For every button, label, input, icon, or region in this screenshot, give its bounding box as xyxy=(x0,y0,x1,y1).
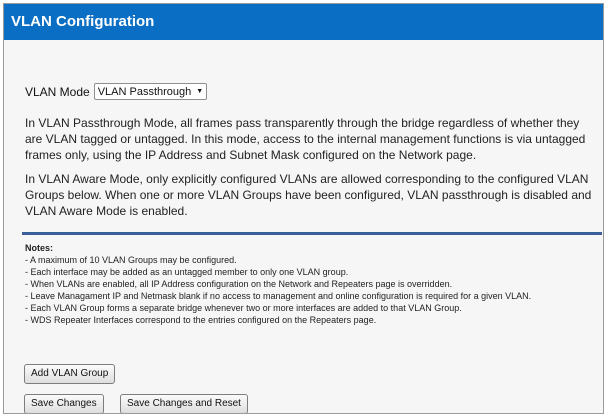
save-changes-button[interactable]: Save Changes xyxy=(24,394,104,413)
add-vlan-group-button[interactable]: Add VLAN Group xyxy=(24,364,116,384)
note-item: - Each interface may be added as an unta… xyxy=(25,267,349,277)
note-item: - WDS Repeater Interfaces correspond to … xyxy=(25,315,377,325)
page-title: VLAN Configuration xyxy=(4,4,603,40)
vlan-mode-label: VLAN Mode xyxy=(25,84,90,99)
note-item: - Leave Managament IP and Netmask blank … xyxy=(25,291,532,301)
section-divider xyxy=(22,232,602,235)
vlan-config-panel: VLAN Configuration VLAN Mode VLAN Passth… xyxy=(3,3,604,414)
vlan-mode-selected-value: VLAN Passthrough xyxy=(97,85,192,98)
vlan-mode-select[interactable]: VLAN Passthrough ▼ xyxy=(93,83,208,100)
note-item: - A maximum of 10 VLAN Groups may be con… xyxy=(25,255,237,265)
aware-description: In VLAN Aware Mode, only explicitly conf… xyxy=(25,172,592,218)
chevron-down-icon: ▼ xyxy=(196,88,204,95)
note-item: - Each VLAN Group forms a separate bridg… xyxy=(25,303,462,313)
notes-title: Notes: xyxy=(25,243,54,253)
vlan-mode-row: VLAN Mode VLAN Passthrough ▼ xyxy=(25,83,208,100)
passthrough-description: In VLAN Passthrough Mode, all frames pas… xyxy=(25,116,586,162)
note-item: - When VLANs are enabled, all IP Address… xyxy=(25,279,453,289)
save-changes-reset-button[interactable]: Save Changes and Reset xyxy=(120,394,248,413)
notes-list: - A maximum of 10 VLAN Groups may be con… xyxy=(25,254,597,326)
notes-section: Notes: - A maximum of 10 VLAN Groups may… xyxy=(25,242,597,326)
